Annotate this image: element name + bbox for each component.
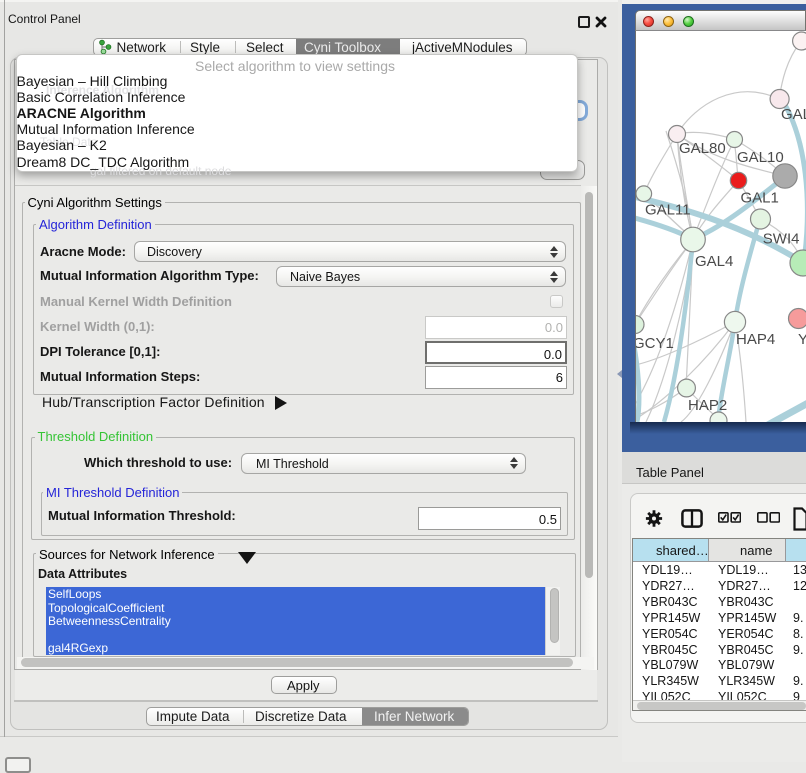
svg-text:SWI4: SWI4	[763, 231, 800, 248]
svg-text:Y: Y	[798, 331, 806, 348]
svg-text:GAL80: GAL80	[679, 140, 726, 157]
svg-text:GAL4: GAL4	[695, 253, 733, 270]
svg-text:GCY1: GCY1	[636, 335, 674, 352]
svg-text:GAL10: GAL10	[737, 149, 784, 166]
svg-text:HAP4: HAP4	[736, 331, 775, 348]
svg-text:GAL: GAL	[781, 106, 806, 123]
svg-text:GAL11: GAL11	[645, 202, 691, 219]
svg-text:HAP2: HAP2	[688, 397, 727, 414]
svg-text:GAL1: GAL1	[741, 190, 779, 207]
